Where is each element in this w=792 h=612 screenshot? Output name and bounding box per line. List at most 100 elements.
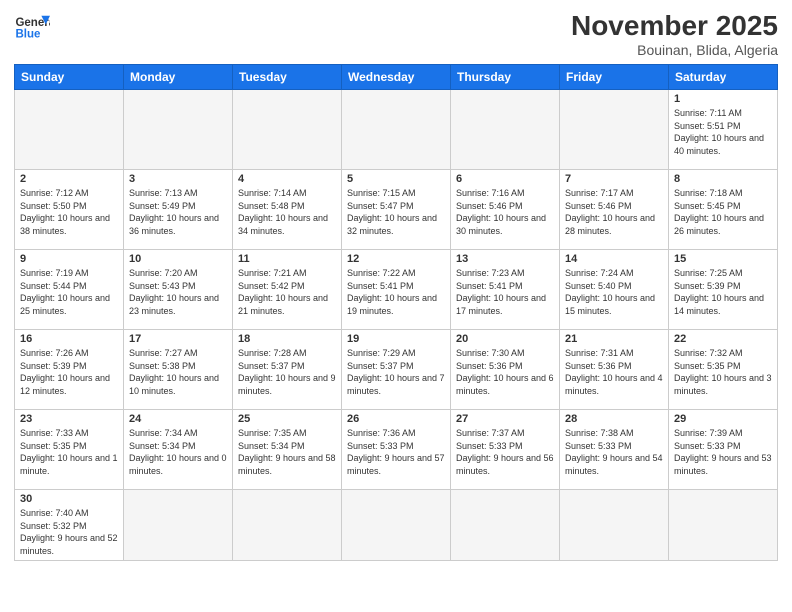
table-row: 21 Sunrise: 7:31 AM Sunset: 5:36 PM Dayli… [560,330,669,410]
day-number: 2 [20,173,118,185]
day-info: Sunrise: 7:31 AM Sunset: 5:36 PM Dayligh… [565,347,663,397]
day-info: Sunrise: 7:26 AM Sunset: 5:39 PM Dayligh… [20,347,118,397]
table-row: 16 Sunrise: 7:26 AM Sunset: 5:39 PM Dayli… [15,330,124,410]
page: General Blue November 2025 Bouinan, Blid… [0,0,792,612]
table-row: 7 Sunrise: 7:17 AM Sunset: 5:46 PM Daylig… [560,170,669,250]
col-tuesday: Tuesday [233,65,342,90]
table-row [233,490,342,561]
col-sunday: Sunday [15,65,124,90]
table-row: 1 Sunrise: 7:11 AM Sunset: 5:51 PM Daylig… [669,90,778,170]
day-info: Sunrise: 7:16 AM Sunset: 5:46 PM Dayligh… [456,187,554,237]
day-number: 30 [20,493,118,505]
day-info: Sunrise: 7:18 AM Sunset: 5:45 PM Dayligh… [674,187,772,237]
day-info: Sunrise: 7:40 AM Sunset: 5:32 PM Dayligh… [20,507,118,557]
day-number: 6 [456,173,554,185]
table-row: 2 Sunrise: 7:12 AM Sunset: 5:50 PM Daylig… [15,170,124,250]
day-info: Sunrise: 7:24 AM Sunset: 5:40 PM Dayligh… [565,267,663,317]
table-row: 15 Sunrise: 7:25 AM Sunset: 5:39 PM Dayli… [669,250,778,330]
day-info: Sunrise: 7:29 AM Sunset: 5:37 PM Dayligh… [347,347,445,397]
col-friday: Friday [560,65,669,90]
title-block: November 2025 Bouinan, Blida, Algeria [571,10,778,58]
table-row: 3Sunrise: 7:13 AM Sunset: 5:49 PM Daylig… [124,170,233,250]
col-saturday: Saturday [669,65,778,90]
day-number: 19 [347,333,445,345]
table-row [560,90,669,170]
day-info: Sunrise: 7:38 AM Sunset: 5:33 PM Dayligh… [565,427,663,477]
day-number: 16 [20,333,118,345]
day-info: Sunrise: 7:32 AM Sunset: 5:35 PM Dayligh… [674,347,772,397]
table-row [342,90,451,170]
header: General Blue November 2025 Bouinan, Blid… [14,10,778,58]
table-row: 14Sunrise: 7:24 AM Sunset: 5:40 PM Dayli… [560,250,669,330]
table-row: 13 Sunrise: 7:23 AM Sunset: 5:41 PM Dayli… [451,250,560,330]
day-number: 13 [456,253,554,265]
day-number: 18 [238,333,336,345]
table-row: 6 Sunrise: 7:16 AM Sunset: 5:46 PM Daylig… [451,170,560,250]
day-number: 21 [565,333,663,345]
day-number: 1 [674,93,772,105]
table-row [233,90,342,170]
table-row: 5Sunrise: 7:15 AM Sunset: 5:47 PM Daylig… [342,170,451,250]
table-row: 4 Sunrise: 7:14 AM Sunset: 5:48 PM Daylig… [233,170,342,250]
day-number: 27 [456,413,554,425]
day-info: Sunrise: 7:14 AM Sunset: 5:48 PM Dayligh… [238,187,336,237]
table-row [15,90,124,170]
table-row: 10 Sunrise: 7:20 AM Sunset: 5:43 PM Dayli… [124,250,233,330]
svg-text:Blue: Blue [15,28,41,40]
day-info: Sunrise: 7:19 AM Sunset: 5:44 PM Dayligh… [20,267,118,317]
day-number: 10 [129,253,227,265]
table-row: 19 Sunrise: 7:29 AM Sunset: 5:37 PM Dayli… [342,330,451,410]
table-row: 20 Sunrise: 7:30 AM Sunset: 5:36 PM Dayli… [451,330,560,410]
day-number: 7 [565,173,663,185]
day-info: Sunrise: 7:11 AM Sunset: 5:51 PM Dayligh… [674,107,772,157]
logo: General Blue [14,10,50,46]
day-number: 9 [20,253,118,265]
table-row [124,90,233,170]
day-number: 15 [674,253,772,265]
day-number: 29 [674,413,772,425]
day-info: Sunrise: 7:23 AM Sunset: 5:41 PM Dayligh… [456,267,554,317]
table-row: 22Sunrise: 7:32 AM Sunset: 5:35 PM Dayli… [669,330,778,410]
day-info: Sunrise: 7:22 AM Sunset: 5:41 PM Dayligh… [347,267,445,317]
day-info: Sunrise: 7:27 AM Sunset: 5:38 PM Dayligh… [129,347,227,397]
table-row: 28 Sunrise: 7:38 AM Sunset: 5:33 PM Dayli… [560,410,669,490]
day-info: Sunrise: 7:12 AM Sunset: 5:50 PM Dayligh… [20,187,118,237]
table-row: 30 Sunrise: 7:40 AM Sunset: 5:32 PM Dayli… [15,490,124,561]
day-info: Sunrise: 7:35 AM Sunset: 5:34 PM Dayligh… [238,427,336,477]
day-info: Sunrise: 7:21 AM Sunset: 5:42 PM Dayligh… [238,267,336,317]
day-number: 4 [238,173,336,185]
day-info: Sunrise: 7:20 AM Sunset: 5:43 PM Dayligh… [129,267,227,317]
day-info: Sunrise: 7:39 AM Sunset: 5:33 PM Dayligh… [674,427,772,477]
day-info: Sunrise: 7:30 AM Sunset: 5:36 PM Dayligh… [456,347,554,397]
table-row [560,490,669,561]
day-number: 25 [238,413,336,425]
day-number: 8 [674,173,772,185]
table-row: 29 Sunrise: 7:39 AM Sunset: 5:33 PM Dayli… [669,410,778,490]
table-row: 26 Sunrise: 7:36 AM Sunset: 5:33 PM Dayli… [342,410,451,490]
day-info: Sunrise: 7:37 AM Sunset: 5:33 PM Dayligh… [456,427,554,477]
day-info: Sunrise: 7:36 AM Sunset: 5:33 PM Dayligh… [347,427,445,477]
table-row [342,490,451,561]
table-row [451,490,560,561]
col-thursday: Thursday [451,65,560,90]
month-title: November 2025 [571,10,778,42]
day-info: Sunrise: 7:17 AM Sunset: 5:46 PM Dayligh… [565,187,663,237]
table-row [124,490,233,561]
table-row: 17 Sunrise: 7:27 AM Sunset: 5:38 PM Dayli… [124,330,233,410]
table-row: 8 Sunrise: 7:18 AM Sunset: 5:45 PM Daylig… [669,170,778,250]
day-info: Sunrise: 7:28 AM Sunset: 5:37 PM Dayligh… [238,347,336,397]
day-info: Sunrise: 7:25 AM Sunset: 5:39 PM Dayligh… [674,267,772,317]
day-number: 11 [238,253,336,265]
table-row: 24Sunrise: 7:34 AM Sunset: 5:34 PM Dayli… [124,410,233,490]
day-number: 28 [565,413,663,425]
day-info: Sunrise: 7:33 AM Sunset: 5:35 PM Dayligh… [20,427,118,477]
day-number: 26 [347,413,445,425]
col-wednesday: Wednesday [342,65,451,90]
table-row: 18 Sunrise: 7:28 AM Sunset: 5:37 PM Dayli… [233,330,342,410]
table-row: 25 Sunrise: 7:35 AM Sunset: 5:34 PM Dayli… [233,410,342,490]
day-number: 23 [20,413,118,425]
col-monday: Monday [124,65,233,90]
day-number: 20 [456,333,554,345]
day-number: 12 [347,253,445,265]
day-number: 17 [129,333,227,345]
